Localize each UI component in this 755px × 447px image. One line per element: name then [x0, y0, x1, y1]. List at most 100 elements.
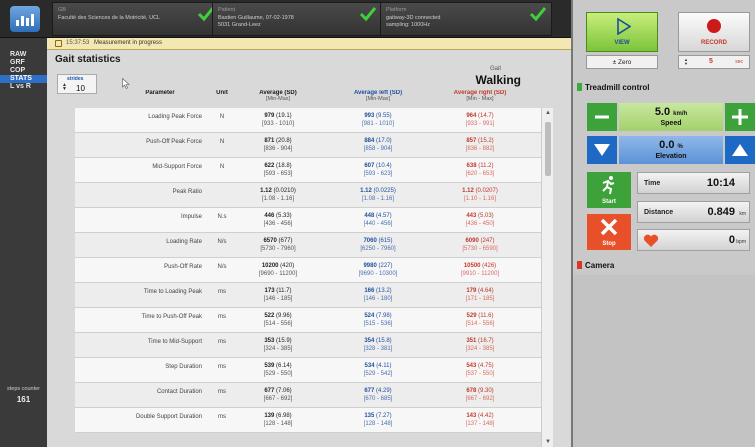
start-button[interactable]: Start — [587, 172, 631, 208]
average-cell: 1.12 (0.0210) [1.08 - 1.16] — [243, 187, 313, 203]
device-status: Platform gaitway-3D connected sampling: … — [380, 2, 552, 36]
scroll-thumb[interactable] — [545, 122, 551, 176]
zero-button[interactable]: ± Zero — [586, 55, 658, 69]
left-cell: 677 (4.29) [670 - 685] — [343, 387, 413, 403]
average-range: [836 - 904] — [263, 146, 293, 152]
average-cell: 10200 (420) [9690 - 11200] — [243, 262, 313, 278]
stats-table: Parameter Unit Average (SD) [Min-Max] Av… — [75, 90, 553, 447]
right-cell: 543 (4.75) [537 - 550] — [445, 362, 515, 378]
param-unit: N/s — [217, 264, 227, 270]
left-range: [9690 - 10300] — [358, 271, 398, 277]
col-header-right: Average right (SD) [Min - Max] — [453, 90, 507, 102]
section-marker — [577, 261, 582, 269]
table-row: Time to Loading Peak ms 173 (11.7) [146 - 1… — [75, 283, 541, 308]
average-cell: 139 (6.98) [128 - 148] — [243, 412, 313, 428]
right-sd: (4.64) — [478, 288, 494, 294]
subject-name: Bastien Guillaume, 07-02-1978 — [218, 15, 294, 21]
right-range: [667 - 692] — [465, 396, 495, 402]
left-sd: (227) — [378, 263, 393, 269]
scroll-down-icon[interactable]: ▼ — [545, 439, 551, 445]
gait-label: Gait — [489, 66, 501, 72]
treadmill-section-header: Treadmill control — [577, 83, 649, 92]
right-cell: 678 (9.30) [667 - 692] — [445, 387, 515, 403]
bpm-value: 0 — [728, 234, 735, 246]
average-range: [9690 - 11200] — [258, 271, 298, 277]
stop-label: Stop — [602, 241, 616, 247]
right-cell: 443 (5.03) [436 - 450] — [445, 212, 515, 228]
stop-button[interactable]: Stop — [587, 214, 631, 250]
param-name: Loading Peak Force — [148, 114, 202, 120]
col-header-parameter: Parameter — [145, 90, 175, 96]
average-cell: 6570 (677) [5730 - 7960] — [243, 237, 313, 253]
average-value: 979 — [264, 113, 275, 119]
left-sd: (7.27) — [376, 413, 392, 419]
left-range: [6250 - 7960] — [360, 246, 396, 252]
table-row: Mid-Support Force N 622 (18.8) [593 - 653] 6… — [75, 158, 541, 183]
app-logo-icon[interactable] — [10, 6, 40, 32]
zero-label: Zero — [618, 59, 632, 66]
nav-item-l-vs-r[interactable]: L vs R — [0, 83, 47, 91]
left-cell: 534 (4.11) [529 - 542] — [343, 362, 413, 378]
site-name: Faculté des Sciences de la Motricité, UC… — [58, 15, 161, 21]
nav-item-grf[interactable]: GRF — [0, 59, 47, 67]
close-icon — [600, 218, 618, 236]
elevation-increase-button[interactable] — [725, 136, 755, 164]
nav-item-stats[interactable]: STATS — [0, 75, 47, 83]
view-button[interactable]: VIEW — [586, 12, 658, 52]
average-sd: (0.0210) — [273, 188, 296, 194]
speed-unit: km/h — [673, 111, 688, 117]
param-name: Peak Ratio — [172, 189, 202, 195]
left-sd: (4.57) — [376, 213, 392, 219]
left-sd: (4.11) — [376, 363, 392, 369]
bpm-unit: bpm — [736, 239, 746, 245]
left-cell: 7060 (615) [6250 - 7960] — [343, 237, 413, 253]
right-cell: 143 (4.42) [137 - 148] — [445, 412, 515, 428]
page-title: Gait statistics — [55, 54, 121, 65]
left-range: [440 - 456] — [363, 221, 393, 227]
left-range: [981 - 1010] — [361, 121, 395, 127]
device-label: Platform — [386, 7, 407, 13]
average-range: [933 - 1010] — [261, 121, 295, 127]
right-range: [5730 - 6590] — [462, 246, 498, 252]
right-sd: (11.2) — [478, 163, 494, 169]
stepper-arrows-icon[interactable]: ▲ ▼ — [62, 83, 67, 92]
table-scrollbar[interactable]: ▲ ▼ — [541, 108, 553, 447]
right-range: [933 - 991] — [465, 121, 495, 127]
average-cell: 353 (15.9) [324 - 385] — [243, 337, 313, 353]
record-button[interactable]: RECORD — [678, 12, 750, 52]
right-panel: VIEW RECORD ± Zero ▲ ▼ 5 sec Treadmill co… — [571, 0, 755, 447]
param-name: Loading Rate — [166, 239, 202, 245]
param-unit: ms — [218, 314, 226, 320]
left-value: 1.12 — [360, 188, 372, 194]
section-marker — [577, 83, 582, 91]
param-name: Time to Mid-Support — [147, 339, 202, 345]
left-sd: (13.2) — [376, 288, 392, 294]
average-sd: (15.9) — [276, 338, 292, 344]
left-range: [670 - 685] — [363, 396, 393, 402]
left-cell: 884 (17.0) [858 - 904] — [343, 137, 413, 153]
speed-decrease-button[interactable] — [587, 103, 617, 131]
subject-location: 5031 Grand-Leez — [218, 22, 261, 28]
mouse-cursor-icon — [122, 78, 130, 89]
elevation-decrease-button[interactable] — [587, 136, 617, 164]
left-nav: RAW GRF COP STATS L vs R steps counter 161 — [0, 38, 47, 447]
speed-increase-button[interactable] — [725, 103, 755, 131]
stepper-arrows-icon[interactable]: ▲ ▼ — [684, 58, 688, 66]
average-sd: (5.33) — [276, 213, 292, 219]
scroll-up-icon[interactable]: ▲ — [545, 110, 551, 116]
record-duration-stepper[interactable]: ▲ ▼ 5 sec — [678, 55, 750, 69]
left-value: 135 — [364, 413, 375, 419]
nav-item-raw[interactable]: RAW — [0, 51, 47, 59]
average-sd: (11.7) — [276, 288, 292, 294]
right-range: [436 - 450] — [465, 221, 495, 227]
average-range: [667 - 692] — [263, 396, 293, 402]
average-cell: 979 (19.1) [933 - 1010] — [243, 112, 313, 128]
steps-counter-label: steps counter — [6, 386, 41, 392]
left-value: 9980 — [363, 263, 377, 269]
record-duration-value[interactable]: 5 — [709, 58, 713, 65]
nav-item-cop[interactable]: COP — [0, 67, 47, 75]
param-unit: N — [219, 114, 225, 120]
distance-readout: Distance 0.849 km — [637, 201, 750, 223]
nav-list: RAW GRF COP STATS L vs R — [0, 51, 47, 91]
param-unit: N.s — [217, 214, 227, 220]
